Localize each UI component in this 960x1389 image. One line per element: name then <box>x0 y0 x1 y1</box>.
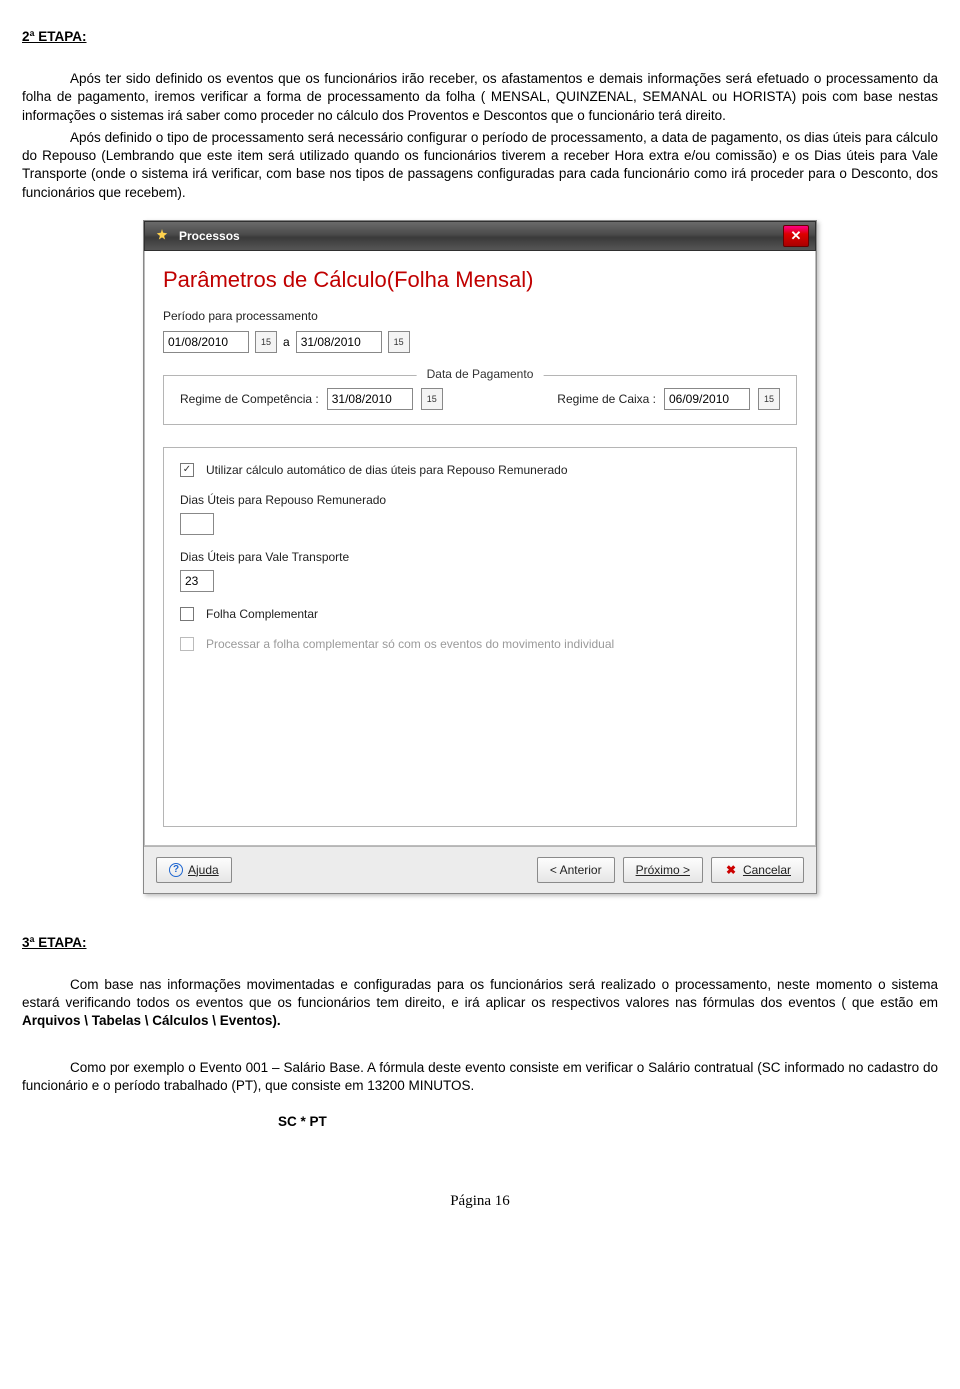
folha-complementar-label: Folha Complementar <box>206 606 318 622</box>
stage-2-paragraph-1: Após ter sido definido os eventos que os… <box>22 70 938 125</box>
stage-3-paragraph-1: Com base nas informações movimentadas e … <box>22 976 938 1031</box>
options-panel: ✓ Utilizar cálculo automático de dias út… <box>163 447 797 827</box>
calendar-icon[interactable]: 15 <box>388 331 410 353</box>
stage-3-p1-path: Arquivos \ Tabelas \ Cálculos \ Eventos)… <box>22 1013 281 1028</box>
dialog-title: Processos <box>179 228 240 244</box>
stage-3-p1-text: Com base nas informações movimentadas e … <box>22 977 938 1010</box>
close-button[interactable]: ✕ <box>783 225 809 247</box>
help-button-label: Ajuda <box>188 862 219 878</box>
dialog-titlebar: Processos ✕ <box>144 221 816 251</box>
processar-folha-label: Processar a folha complementar só com os… <box>206 636 614 652</box>
processos-dialog: Processos ✕ Parâmetros de Cálculo(Folha … <box>143 220 817 894</box>
processar-folha-checkbox <box>180 637 194 651</box>
auto-dias-checkbox[interactable]: ✓ <box>180 463 194 477</box>
close-icon: ✕ <box>791 227 802 245</box>
dias-vale-input[interactable] <box>180 570 214 592</box>
stage-2-paragraph-2: Após definido o tipo de processamento se… <box>22 129 938 202</box>
regime-competencia-input[interactable] <box>327 388 413 410</box>
help-button[interactable]: ? Ajuda <box>156 857 232 883</box>
next-button-label: Próximo > <box>636 862 690 878</box>
period-to-input[interactable] <box>296 331 382 353</box>
period-from-input[interactable] <box>163 331 249 353</box>
calendar-icon[interactable]: 15 <box>421 388 443 410</box>
stage-2-title: 2ª ETAPA: <box>22 28 87 46</box>
cancel-button-label: Cancelar <box>743 862 791 878</box>
calendar-icon[interactable]: 15 <box>255 331 277 353</box>
payment-date-legend: Data de Pagamento <box>417 366 544 382</box>
help-icon: ? <box>169 863 183 877</box>
next-button[interactable]: Próximo > <box>623 857 703 883</box>
period-label: Período para processamento <box>163 308 797 324</box>
period-separator: a <box>283 334 290 350</box>
folha-complementar-checkbox[interactable] <box>180 607 194 621</box>
formula: SC * PT <box>278 1113 938 1131</box>
auto-dias-label: Utilizar cálculo automático de dias útei… <box>206 462 568 478</box>
previous-button[interactable]: < Anterior <box>537 857 615 883</box>
stage-3-paragraph-2: Como por exemplo o Evento 001 – Salário … <box>22 1059 938 1095</box>
regime-caixa-input[interactable] <box>664 388 750 410</box>
dias-vale-label: Dias Úteis para Vale Transporte <box>180 549 780 565</box>
wizard-icon <box>153 227 171 245</box>
page-footer: Página 16 <box>22 1191 938 1211</box>
previous-button-label: < Anterior <box>550 862 602 878</box>
dialog-button-bar: ? Ajuda < Anterior Próximo > ✖ Cancelar <box>144 846 816 893</box>
regime-caixa-label: Regime de Caixa : <box>557 391 656 407</box>
cancel-button[interactable]: ✖ Cancelar <box>711 857 804 883</box>
dias-repouso-input[interactable] <box>180 513 214 535</box>
dialog-heading: Parâmetros de Cálculo(Folha Mensal) <box>163 265 797 295</box>
payment-date-fieldset: Data de Pagamento Regime de Competência … <box>163 375 797 425</box>
regime-competencia-label: Regime de Competência : <box>180 391 319 407</box>
calendar-icon[interactable]: 15 <box>758 388 780 410</box>
cancel-icon: ✖ <box>724 863 738 877</box>
dias-repouso-label: Dias Úteis para Repouso Remunerado <box>180 492 780 508</box>
stage-3-title: 3ª ETAPA: <box>22 934 87 952</box>
